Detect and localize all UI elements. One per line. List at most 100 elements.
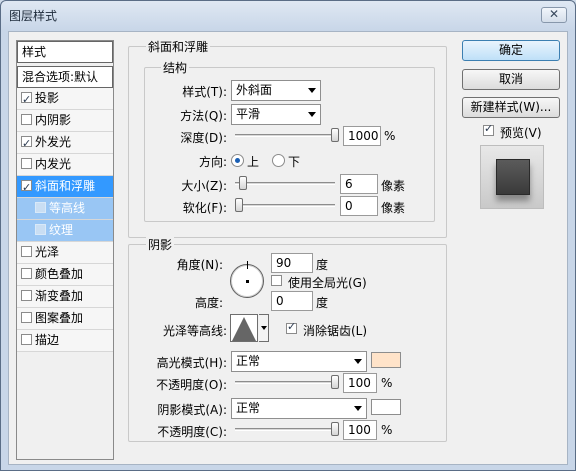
bevel-emboss-checkbox[interactable]: [21, 177, 32, 198]
sidebar-item-bevel-emboss[interactable]: 斜面和浮雕: [17, 176, 113, 198]
angle-unit: 度: [316, 258, 329, 272]
outer-glow-checkbox[interactable]: [21, 133, 32, 154]
dialog-body: 样式 混合选项:默认 投影 内阴影 外发光 内发光 斜面和浮雕 等高线 纹理 光…: [8, 31, 568, 465]
drop-shadow-checkbox[interactable]: [21, 89, 32, 110]
cancel-button[interactable]: 取消: [462, 69, 560, 90]
color-overlay-checkbox[interactable]: [21, 268, 32, 279]
size-slider[interactable]: [235, 176, 335, 190]
sidebar-item-color-overlay[interactable]: 颜色叠加: [17, 264, 113, 286]
preview-checkbox[interactable]: [483, 122, 494, 136]
altitude-input[interactable]: 0: [271, 291, 313, 311]
angle-dial[interactable]: [230, 261, 264, 298]
sidebar-item-inner-glow[interactable]: 内发光: [17, 154, 113, 176]
sidebar-item-label: 投影: [35, 91, 60, 105]
title-bar: 图层样式 ✕: [1, 1, 575, 29]
sidebar-item-contour[interactable]: 等高线: [17, 198, 113, 220]
texture-checkbox[interactable]: [35, 224, 46, 235]
depth-unit: %: [384, 129, 396, 143]
sidebar-item-label: 等高线: [49, 201, 86, 215]
stroke-checkbox[interactable]: [21, 334, 32, 345]
structure-title: 结构: [161, 59, 190, 76]
depth-slider[interactable]: [235, 128, 339, 142]
shadow-opacity-thumb[interactable]: [331, 422, 339, 436]
soften-unit: 像素: [381, 201, 406, 215]
contour-shape-icon: [232, 317, 256, 341]
sidebar-item-gradient-overlay[interactable]: 渐变叠加: [17, 286, 113, 308]
shadow-mode-value: 正常: [236, 401, 261, 415]
shadow-mode-label: 阴影模式(A):: [157, 403, 227, 417]
sidebar-item-label: 混合选项:默认: [22, 70, 99, 84]
satin-checkbox[interactable]: [21, 246, 32, 257]
shadow-mode-select[interactable]: 正常: [231, 398, 367, 419]
new-style-button[interactable]: 新建样式(W)...: [462, 97, 560, 118]
size-input[interactable]: 6: [340, 174, 378, 194]
soften-input[interactable]: 0: [340, 196, 378, 216]
layer-style-dialog: 图层样式 ✕ 样式 混合选项:默认 投影 内阴影 外发光 内发光 斜面和浮雕 等…: [0, 0, 576, 471]
altitude-label: 高度:: [194, 296, 223, 310]
highlight-color-swatch[interactable]: [371, 352, 401, 368]
angle-label: 角度(N):: [176, 258, 223, 272]
pattern-overlay-checkbox[interactable]: [21, 312, 32, 323]
direction-down-radio[interactable]: [272, 154, 285, 167]
sidebar-item-label: 样式: [22, 45, 47, 59]
gloss-contour-picker[interactable]: [230, 314, 258, 342]
dialog-title: 图层样式: [9, 9, 58, 23]
global-light-checkbox[interactable]: [271, 275, 282, 286]
chevron-down-icon: [354, 359, 362, 364]
sidebar-item-inner-shadow[interactable]: 内阴影: [17, 110, 113, 132]
angle-input[interactable]: 90: [271, 253, 313, 273]
soften-label: 软化(F):: [182, 201, 227, 215]
sidebar-item-satin[interactable]: 光泽: [17, 242, 113, 264]
soften-slider[interactable]: [235, 198, 335, 212]
highlight-opacity-thumb[interactable]: [331, 375, 339, 389]
sidebar-item-label: 内阴影: [35, 113, 72, 127]
bevel-style-select[interactable]: 外斜面: [231, 80, 321, 101]
close-button[interactable]: ✕: [541, 7, 567, 23]
size-unit: 像素: [381, 179, 406, 193]
gloss-contour-label: 光泽等高线:: [162, 324, 227, 338]
chevron-down-icon: [308, 112, 316, 117]
soften-slider-thumb[interactable]: [235, 198, 243, 212]
chevron-down-icon: [354, 406, 362, 411]
ok-button[interactable]: 确定: [462, 40, 560, 61]
anti-alias-checkbox[interactable]: [286, 320, 297, 334]
close-icon: ✕: [548, 7, 560, 21]
sidebar-item-stroke[interactable]: 描边: [17, 330, 113, 352]
sidebar-item-label: 图案叠加: [35, 311, 84, 325]
shadow-opacity-label: 不透明度(C):: [157, 425, 227, 439]
angle-indicator-icon: [247, 261, 248, 269]
highlight-mode-value: 正常: [236, 354, 261, 368]
highlight-mode-select[interactable]: 正常: [231, 351, 367, 372]
shadow-opacity-slider[interactable]: [235, 422, 339, 436]
gloss-contour-dropdown[interactable]: [259, 314, 269, 342]
highlight-opacity-value: 100: [348, 376, 371, 390]
shadow-opacity-value: 100: [348, 423, 371, 437]
inner-shadow-checkbox[interactable]: [21, 114, 32, 125]
style-list: 样式 混合选项:默认 投影 内阴影 外发光 内发光 斜面和浮雕 等高线 纹理 光…: [16, 40, 114, 460]
sidebar-item-texture[interactable]: 纹理: [17, 220, 113, 242]
sidebar-item-outer-glow[interactable]: 外发光: [17, 132, 113, 154]
highlight-opacity-slider[interactable]: [235, 375, 339, 389]
depth-value: 1000: [348, 129, 379, 143]
contour-checkbox[interactable]: [35, 202, 46, 213]
sidebar-item-styles[interactable]: 样式: [17, 41, 113, 63]
sidebar-item-pattern-overlay[interactable]: 图案叠加: [17, 308, 113, 330]
direction-up-radio[interactable]: [231, 154, 244, 167]
sidebar-item-label: 纹理: [49, 223, 74, 237]
highlight-opacity-input[interactable]: 100: [343, 373, 377, 393]
shadow-color-swatch[interactable]: [371, 399, 401, 415]
technique-select[interactable]: 平滑: [231, 104, 321, 125]
sidebar-item-drop-shadow[interactable]: 投影: [17, 88, 113, 110]
depth-slider-thumb[interactable]: [331, 128, 339, 142]
chevron-down-icon: [261, 326, 267, 330]
size-slider-thumb[interactable]: [239, 176, 247, 190]
depth-label: 深度(D):: [180, 131, 227, 145]
sidebar-item-blending-options[interactable]: 混合选项:默认: [17, 66, 113, 88]
gradient-overlay-checkbox[interactable]: [21, 290, 32, 301]
inner-glow-checkbox[interactable]: [21, 158, 32, 169]
shadow-opacity-input[interactable]: 100: [343, 420, 377, 440]
size-label: 大小(Z):: [181, 179, 227, 193]
depth-input[interactable]: 1000: [343, 126, 381, 146]
technique-value: 平滑: [236, 107, 261, 121]
sidebar-item-label: 描边: [35, 333, 60, 347]
